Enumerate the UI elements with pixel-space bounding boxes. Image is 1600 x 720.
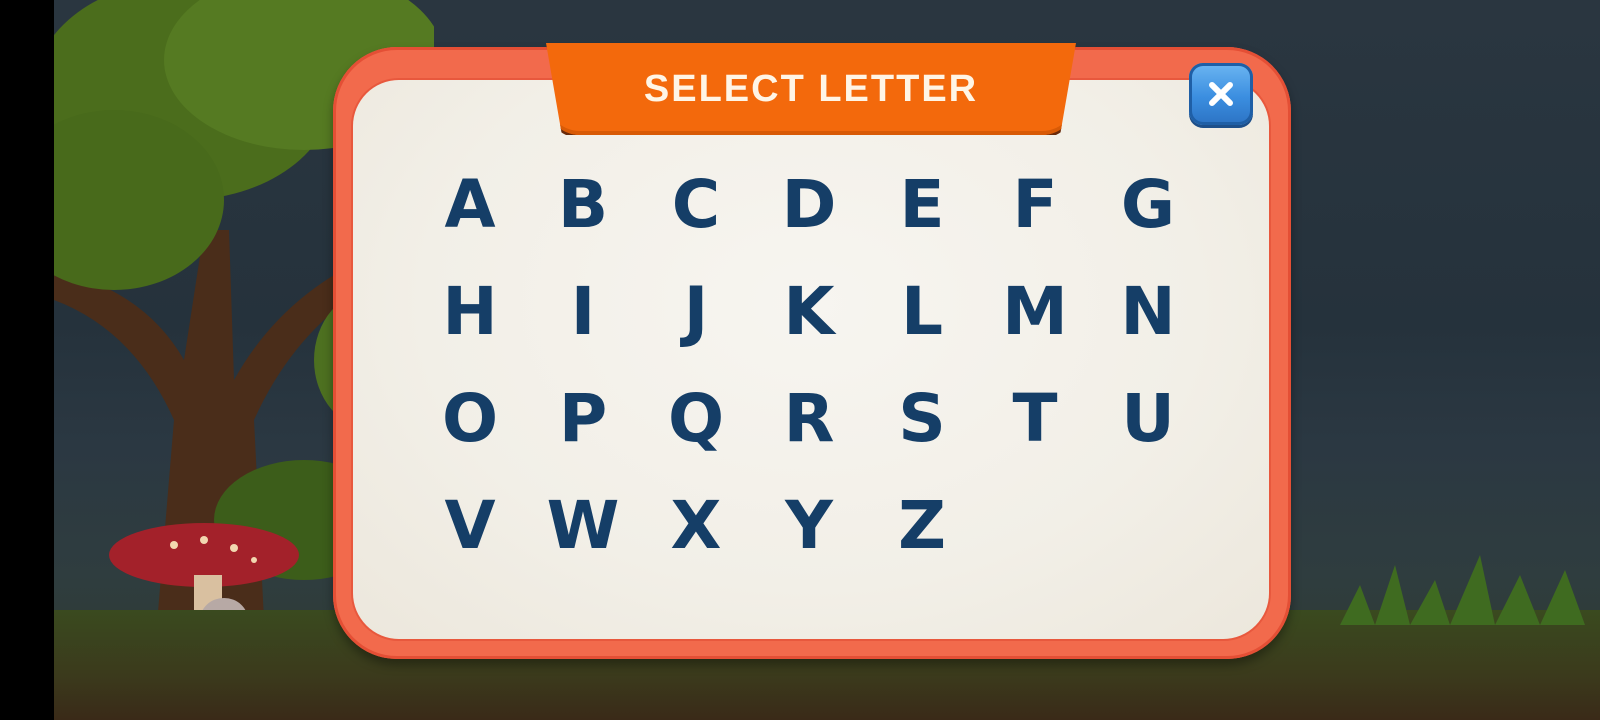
letter-g-button[interactable]: G (1098, 155, 1198, 255)
close-x-icon (1209, 82, 1233, 106)
grass-bush (1340, 555, 1585, 625)
letter-j-button[interactable]: J (646, 262, 746, 362)
letter-w-button[interactable]: W (533, 476, 633, 576)
letter-x-button[interactable]: X (646, 476, 746, 576)
letter-m-button[interactable]: M (985, 262, 1085, 362)
letter-t-button[interactable]: T (985, 369, 1085, 469)
letter-r-button[interactable]: R (759, 369, 859, 469)
letter-p-button[interactable]: P (533, 369, 633, 469)
letter-c-button[interactable]: C (646, 155, 746, 255)
letter-n-button[interactable]: N (1098, 262, 1198, 362)
close-button[interactable] (1189, 63, 1253, 125)
letter-k-button[interactable]: K (759, 262, 859, 362)
letter-a-button[interactable]: A (420, 155, 520, 255)
letter-b-button[interactable]: B (533, 155, 633, 255)
letter-y-button[interactable]: Y (759, 476, 859, 576)
letter-u-button[interactable]: U (1098, 369, 1198, 469)
dialog-title: SELECT LETTER (643, 68, 979, 110)
letter-h-button[interactable]: H (420, 262, 520, 362)
letter-i-button[interactable]: I (533, 262, 633, 362)
letter-d-button[interactable]: D (759, 155, 859, 255)
letter-o-button[interactable]: O (420, 369, 520, 469)
letter-s-button[interactable]: S (872, 369, 972, 469)
letter-q-button[interactable]: Q (646, 369, 746, 469)
letter-v-button[interactable]: V (420, 476, 520, 576)
letter-e-button[interactable]: E (872, 155, 972, 255)
letter-l-button[interactable]: L (872, 262, 972, 362)
letter-f-button[interactable]: F (985, 155, 1085, 255)
letter-z-button[interactable]: Z (872, 476, 972, 576)
